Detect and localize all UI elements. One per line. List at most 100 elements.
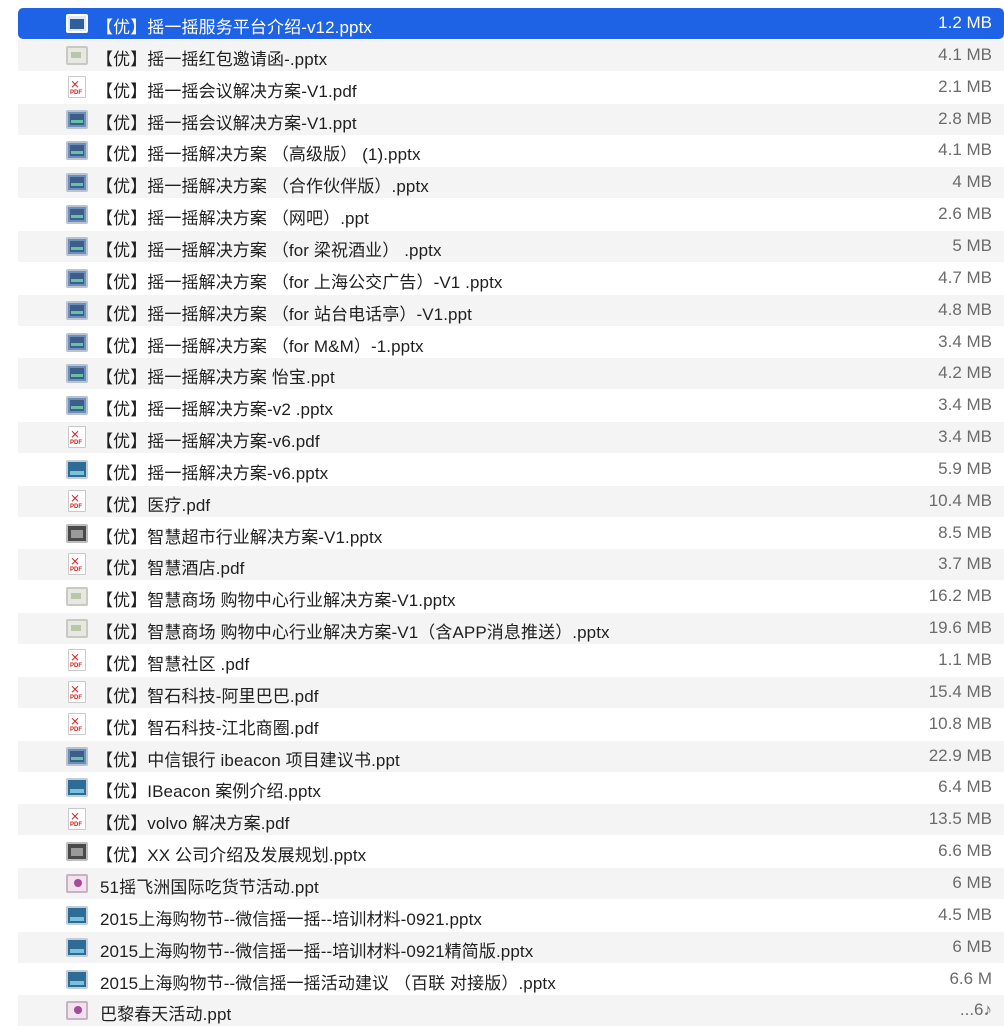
file-size: 15.4 MB [928,681,992,701]
file-row[interactable]: ⨯ PDF 【优】智慧社区 .pdf 1.1 MB [18,645,1004,676]
file-row[interactable]: ⨯ PDF 【优】摇一摇会议解决方案-V1.pdf 2.1 MB [18,72,1004,103]
file-size: 5 MB [952,235,992,255]
file-row[interactable]: 【优】摇一摇红包邀请函-.pptx 4.1 MB [18,39,1004,71]
file-size: 3.4 MB [938,331,992,351]
file-row[interactable]: 2015上海购物节--微信摇一摇--培训材料-0921精简版.pptx 6 MB [18,931,1004,963]
file-size: 6.6 MB [938,841,992,861]
file-name: 【优】智石科技-阿里巴巴.pdf [96,686,319,706]
file-row[interactable]: ⨯ PDF 【优】摇一摇解决方案-v6.pdf 3.4 MB [18,422,1004,454]
file-size: 4.5 MB [938,904,992,924]
file-row[interactable]: ⨯ PDF 【优】医疗.pdf 10.4 MB [18,485,1004,517]
file-size: 2.8 MB [938,108,992,128]
presentation-icon [66,746,88,766]
file-row[interactable]: 【优】XX 公司介绍及发展规划.pptx 6.6 MB [18,836,1004,867]
file-row[interactable]: 巴黎春天活动.ppt ...6♪ [18,995,1004,1026]
file-name: 【优】volvo 解决方案.pdf [96,814,290,834]
file-name: 【优】中信银行 ibeacon 项目建议书.ppt [96,750,400,770]
presentation-icon [66,173,88,193]
file-size: 4.1 MB [938,140,992,160]
file-name: 【优】XX 公司介绍及发展规划.pptx [96,846,367,866]
file-row[interactable]: ⨯ PDF 【优】智慧酒店.pdf 3.7 MB [18,549,1004,581]
file-size: 1.1 MB [938,650,992,669]
file-name: 【优】摇一摇会议解决方案-V1.ppt [96,113,357,133]
file-name: 【优】摇一摇解决方案-v6.pptx [96,463,329,483]
file-row[interactable]: ⨯ PDF 【优】智石科技-阿里巴巴.pdf 15.4 MB [18,676,1004,708]
file-row[interactable]: 【优】摇一摇解决方案 （高级版） (1).pptx 4.1 MB [18,135,1004,166]
pdf-icon: ⨯ PDF [68,426,86,449]
file-row[interactable]: 【优】摇一摇解决方案 （网吧）.ppt 2.6 MB [18,199,1004,230]
file-name: 【优】摇一摇红包邀请函-.pptx [96,49,328,69]
presentation-icon [66,364,88,384]
file-size: 10.8 MB [928,713,992,733]
file-row[interactable]: 【优】摇一摇解决方案 怡宝.ppt 4.2 MB [18,358,1004,390]
file-row[interactable]: 2015上海购物节--微信摇一摇--培训材料-0921.pptx 4.5 MB [18,900,1004,931]
file-size: 3.4 MB [938,427,992,447]
presentation-icon [66,332,88,352]
file-name: 【优】摇一摇解决方案-v6.pdf [96,432,320,452]
file-row[interactable]: 【优】摇一摇解决方案-v6.pptx 5.9 MB [18,454,1004,485]
file-size: 8.5 MB [938,522,992,542]
presentation-selected-icon [66,14,88,33]
file-size: 4.8 MB [938,299,992,319]
file-name: 2015上海购物节--微信摇一摇活动建议 （百联 对接版）.pptx [100,973,556,993]
file-size: 16.2 MB [928,586,992,606]
file-size: 3.7 MB [938,554,992,574]
file-row[interactable]: 【优】摇一摇解决方案 （for 站台电话亭）-V1.ppt 4.8 MB [18,294,1004,326]
file-row[interactable]: 51摇飞洲国际吃货节活动.ppt 6 MB [18,867,1004,899]
presentation-blue-icon [66,778,88,798]
file-size: 5.9 MB [938,458,992,478]
file-row[interactable]: 【优】摇一摇服务平台介绍-v12.pptx 1.2 MB [18,8,1004,39]
presentation-blue-icon [66,969,88,989]
file-name: 【优】智慧超市行业解决方案-V1.pptx [96,527,383,547]
file-row[interactable]: ⨯ PDF 【优】智石科技-江北商圈.pdf 10.8 MB [18,709,1004,740]
presentation-light-icon [66,45,88,65]
pdf-icon: ⨯ PDF [68,808,86,831]
file-name: 【优】摇一摇服务平台介绍-v12.pptx [96,18,373,37]
file-size: 4.1 MB [938,44,992,64]
presentation-pink-icon [66,873,88,893]
file-size: 6 MB [952,936,992,956]
file-name: 【优】摇一摇解决方案 （for 站台电话亭）-V1.ppt [96,304,472,324]
file-row[interactable]: 【优】摇一摇解决方案 （for 梁祝酒业） .pptx 5 MB [18,230,1004,262]
file-row[interactable]: 【优】摇一摇解决方案-v2 .pptx 3.4 MB [18,390,1004,421]
file-name: 【优】智慧商场 购物中心行业解决方案-V1（含APP消息推送）.pptx [96,623,610,643]
presentation-light-icon [66,587,88,607]
file-row[interactable]: 【优】智慧超市行业解决方案-V1.pptx 8.5 MB [18,518,1004,549]
file-name: 【优】医疗.pdf [96,495,211,515]
file-row[interactable]: 【优】中信银行 ibeacon 项目建议书.ppt 22.9 MB [18,740,1004,772]
presentation-dark-icon [66,523,88,543]
file-row[interactable]: 【优】摇一摇解决方案 （合作伙伴版）.pptx 4 MB [18,167,1004,199]
file-size: 2.6 MB [938,204,992,224]
file-size: 10.4 MB [928,490,992,510]
file-row[interactable]: 【优】摇一摇解决方案 （for 上海公交广告）-V1 .pptx 4.7 MB [18,263,1004,294]
file-name: 巴黎春天活动.ppt [100,1005,232,1025]
file-row[interactable]: 【优】IBeacon 案例介绍.pptx 6.4 MB [18,772,1004,803]
pdf-icon: ⨯ PDF [68,649,86,671]
file-name: 【优】摇一摇会议解决方案-V1.pdf [96,81,357,101]
file-size: 2.1 MB [938,76,992,96]
file-row[interactable]: 【优】摇一摇会议解决方案-V1.ppt 2.8 MB [18,103,1004,135]
file-size: 6.4 MB [938,777,992,797]
file-size: 13.5 MB [928,809,992,829]
file-size: 3.4 MB [938,395,992,415]
file-size: 6 MB [952,872,992,892]
file-row[interactable]: 【优】智慧商场 购物中心行业解决方案-V1.pptx 16.2 MB [18,581,1004,612]
presentation-icon [66,268,88,288]
file-row[interactable]: 【优】摇一摇解决方案 （for M&M）-1.pptx 3.4 MB [18,327,1004,358]
presentation-blue-icon [66,459,88,479]
presentation-icon [66,236,88,256]
presentation-blue-icon [66,905,88,925]
pdf-icon: ⨯ PDF [68,680,86,703]
file-name: 【优】摇一摇解决方案-v2 .pptx [96,400,334,420]
file-name: 【优】摇一摇解决方案 （for 上海公交广告）-V1 .pptx [96,272,503,292]
file-name: 【优】智慧商场 购物中心行业解决方案-V1.pptx [96,591,456,611]
presentation-icon [66,205,88,225]
file-row[interactable]: 2015上海购物节--微信摇一摇活动建议 （百联 对接版）.pptx 6.6 M [18,964,1004,995]
pdf-icon: ⨯ PDF [68,712,86,735]
file-name: 【优】摇一摇解决方案 怡宝.ppt [96,368,335,388]
presentation-icon [66,396,88,416]
file-row[interactable]: ⨯ PDF 【优】volvo 解决方案.pdf 13.5 MB [18,804,1004,836]
file-row[interactable]: 【优】智慧商场 购物中心行业解决方案-V1（含APP消息推送）.pptx 19.6… [18,613,1004,645]
file-name: 【优】摇一摇解决方案 （合作伙伴版）.pptx [96,177,429,197]
file-size: 1.2 MB [938,13,992,32]
